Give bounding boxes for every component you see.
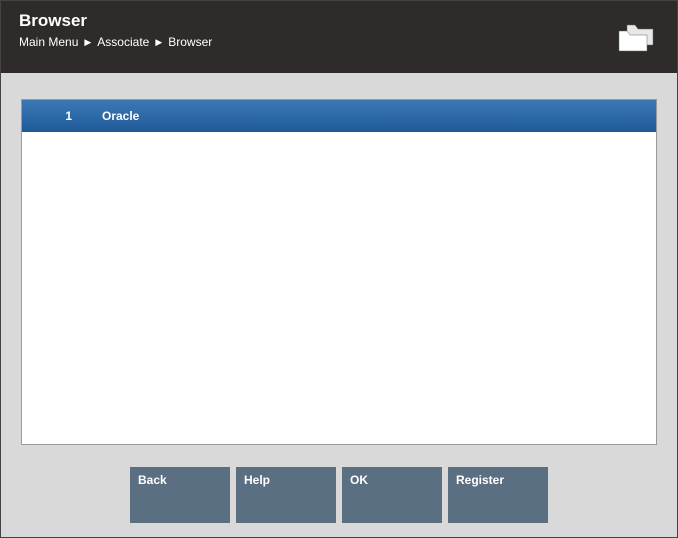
chevron-right-icon: ▶ bbox=[155, 37, 162, 48]
page-title: Browser bbox=[19, 11, 212, 31]
row-label: Oracle bbox=[80, 109, 139, 123]
breadcrumb: Main Menu ▶ Associate ▶ Browser bbox=[19, 35, 212, 49]
register-button[interactable]: Register bbox=[448, 467, 548, 523]
chevron-right-icon: ▶ bbox=[84, 37, 91, 48]
folders-icon[interactable] bbox=[615, 23, 657, 58]
help-button[interactable]: Help bbox=[236, 467, 336, 523]
list-body bbox=[22, 132, 656, 444]
button-bar: Back Help OK Register bbox=[1, 457, 677, 537]
breadcrumb-item: Browser bbox=[168, 35, 212, 49]
app-frame: Browser Main Menu ▶ Associate ▶ Browser … bbox=[0, 0, 678, 538]
back-button[interactable]: Back bbox=[130, 467, 230, 523]
row-number: 1 bbox=[22, 109, 80, 123]
header: Browser Main Menu ▶ Associate ▶ Browser bbox=[1, 1, 677, 73]
ok-button[interactable]: OK bbox=[342, 467, 442, 523]
list-row[interactable]: 1 Oracle bbox=[22, 100, 656, 132]
list-panel: 1 Oracle bbox=[21, 99, 657, 445]
content-area: 1 Oracle bbox=[1, 73, 677, 457]
breadcrumb-item[interactable]: Main Menu bbox=[19, 35, 78, 49]
header-left: Browser Main Menu ▶ Associate ▶ Browser bbox=[19, 11, 212, 49]
breadcrumb-item[interactable]: Associate bbox=[97, 35, 149, 49]
